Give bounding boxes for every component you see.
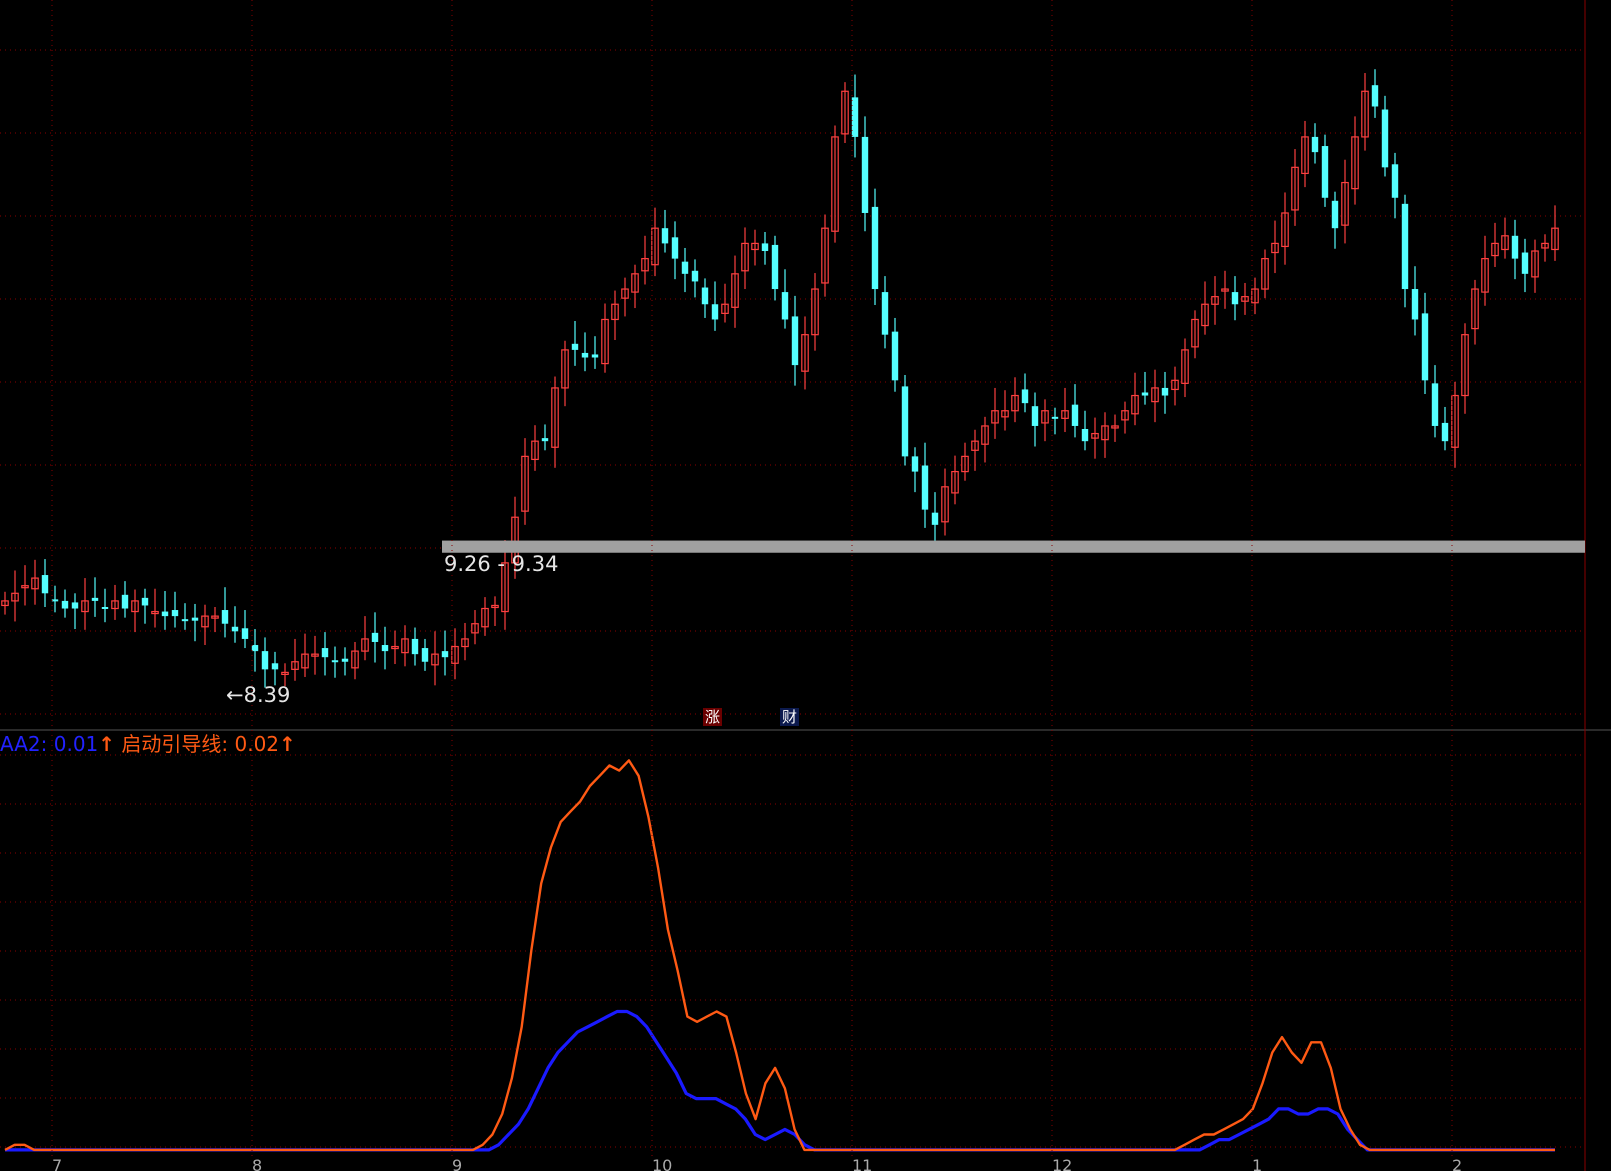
candle-body bbox=[1421, 313, 1429, 381]
support-band-rect bbox=[442, 540, 1585, 553]
indicator-lines bbox=[4, 759, 1555, 1152]
candle-body bbox=[1161, 387, 1169, 396]
candle-body bbox=[1081, 429, 1089, 442]
candle-body bbox=[911, 456, 919, 472]
candle-body bbox=[1311, 136, 1319, 153]
candle-body bbox=[1521, 252, 1529, 274]
month-tick-label: 12 bbox=[1052, 1156, 1072, 1171]
candle-body bbox=[441, 651, 449, 658]
candle-body bbox=[1021, 389, 1029, 404]
candle-body bbox=[671, 237, 679, 259]
candle-body bbox=[411, 638, 419, 655]
candlestick-series bbox=[1, 69, 1559, 688]
grid bbox=[0, 0, 1611, 1171]
candle-body bbox=[161, 611, 169, 617]
candle-body bbox=[1391, 164, 1399, 198]
candle-body bbox=[581, 352, 589, 358]
rise-badge[interactable]: 涨 bbox=[703, 708, 723, 726]
month-tick-label: 11 bbox=[852, 1156, 872, 1171]
candle-body bbox=[221, 610, 229, 624]
candle-body bbox=[141, 597, 149, 606]
finance-badge[interactable]: 财 bbox=[780, 708, 800, 726]
candle-body bbox=[871, 206, 879, 290]
candle-body bbox=[891, 331, 899, 381]
candle-body bbox=[771, 244, 779, 290]
guide-line bbox=[4, 759, 1555, 1152]
candle-body bbox=[231, 626, 239, 632]
support-range-label: 9.26 - 9.34 bbox=[444, 552, 559, 576]
candle-body bbox=[881, 292, 889, 335]
aa2-up-arrow-icon: ↑ bbox=[98, 732, 116, 756]
candle-body bbox=[1401, 203, 1409, 290]
candle-body bbox=[1431, 383, 1439, 426]
candle-body bbox=[121, 594, 129, 609]
candle-body bbox=[1031, 406, 1039, 426]
candle-body bbox=[381, 645, 389, 652]
candle-body bbox=[761, 243, 769, 252]
candle-body bbox=[341, 658, 349, 662]
candle-body bbox=[1071, 404, 1079, 426]
candle-body bbox=[1371, 85, 1379, 107]
candle-body bbox=[181, 619, 189, 622]
candle-body bbox=[1231, 292, 1239, 305]
candle-body bbox=[1441, 422, 1449, 442]
candle-body bbox=[861, 136, 869, 213]
candle-body bbox=[681, 261, 689, 274]
candle-body bbox=[171, 610, 179, 617]
chart-canvas: 7 8 9 10 11 12 1 2 bbox=[0, 0, 1611, 1171]
candle-body bbox=[331, 660, 339, 663]
month-tick-label: 8 bbox=[252, 1156, 262, 1171]
candle-body bbox=[701, 287, 709, 305]
candle-body bbox=[931, 512, 939, 525]
indicator-legend: AA2: 0.01↑ 启动引导线: 0.02↑ bbox=[0, 728, 296, 757]
candle-body bbox=[421, 648, 429, 662]
candle-body bbox=[251, 645, 259, 652]
candle-body bbox=[591, 354, 599, 358]
candle-body bbox=[371, 632, 379, 642]
candle-body bbox=[851, 97, 859, 137]
candle-body bbox=[571, 343, 579, 350]
aa2-legend-label: AA2: 0.01 bbox=[0, 732, 99, 756]
month-tick-label: 10 bbox=[652, 1156, 672, 1171]
month-tick-label: 1 bbox=[1252, 1156, 1262, 1171]
candle-body bbox=[711, 304, 719, 320]
month-tick-label: 9 bbox=[452, 1156, 462, 1171]
candle-body bbox=[101, 606, 109, 609]
axis-ticks: 7 8 9 10 11 12 1 2 bbox=[51, 0, 1462, 1171]
candle-body bbox=[541, 438, 549, 442]
candle-body bbox=[271, 663, 279, 670]
candle-body bbox=[1051, 416, 1059, 419]
candle-body bbox=[261, 651, 269, 670]
candle-body bbox=[1321, 146, 1329, 198]
candle-body bbox=[661, 228, 669, 244]
candle-body bbox=[781, 292, 789, 320]
guide-legend-label: 启动引导线: 0.02 bbox=[121, 732, 280, 756]
support-band bbox=[442, 540, 1585, 553]
month-tick-label: 2 bbox=[1452, 1156, 1462, 1171]
candle-body bbox=[1411, 289, 1419, 320]
candle-body bbox=[1331, 200, 1339, 229]
month-tick-label: 7 bbox=[52, 1156, 62, 1171]
candle-body bbox=[1381, 109, 1389, 168]
guide-up-arrow-icon: ↑ bbox=[279, 732, 296, 756]
candle-body bbox=[51, 599, 59, 602]
candle-body bbox=[91, 597, 99, 601]
candle-body bbox=[691, 270, 699, 282]
candle-body bbox=[921, 465, 929, 510]
candle-body bbox=[901, 386, 909, 457]
candle-body bbox=[321, 648, 329, 658]
candle-body bbox=[41, 575, 49, 594]
candle-body bbox=[241, 628, 249, 639]
candle-body bbox=[1141, 392, 1149, 396]
low-price-marker: ←8.39 bbox=[226, 683, 291, 707]
candle-body bbox=[791, 316, 799, 366]
candle-body bbox=[61, 600, 69, 609]
candle-body bbox=[1511, 235, 1519, 259]
candle-body bbox=[71, 602, 79, 609]
candle-body bbox=[191, 617, 199, 621]
